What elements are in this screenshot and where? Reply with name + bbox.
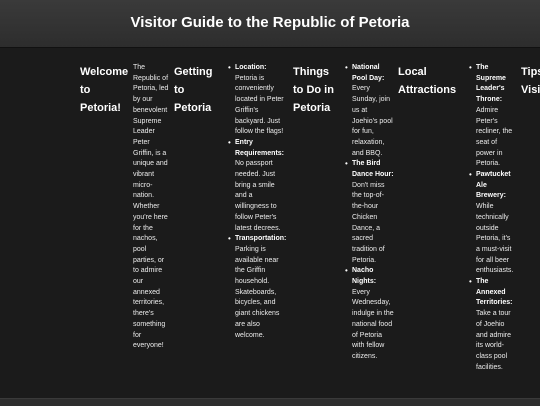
item-text: Admire Peter's recliner, the seat of pow…: [476, 106, 513, 168]
local-heading: Local Attractions: [398, 66, 457, 96]
item-label: Entry Requirements:: [235, 138, 285, 157]
things-heading: Things to Do in Petoria: [293, 66, 334, 114]
welcome-text: The Republic of Petoria, led by our bene…: [133, 64, 169, 350]
item-label: Location:: [235, 64, 267, 71]
item-text: Every Wednesday, indulge in the national…: [352, 288, 394, 360]
list-item: National Pool Day: Every Sunday, join us…: [345, 63, 394, 159]
item-text: Parking is available near the Griffin ho…: [235, 245, 280, 339]
list-item: Pawtucket Ale Brewery: While technically…: [469, 170, 516, 277]
getting-list: Location: Petoria is conveniently locate…: [228, 63, 287, 341]
list-item: Location: Petoria is conveniently locate…: [228, 63, 287, 138]
things-list: National Pool Day: Every Sunday, join us…: [345, 63, 394, 363]
list-item: The Bird Dance Hour: Don't miss the top-…: [345, 159, 394, 266]
tips-heading-clip: Tips for Visitors: [521, 63, 540, 103]
item-text: Petoria is conveniently located in Peter…: [235, 74, 284, 136]
list-item: Transportation: Parking is available nea…: [228, 234, 287, 341]
item-label: Nacho Nights:: [352, 267, 377, 286]
local-list: The Supreme Leader's Throne: Admire Pete…: [469, 63, 516, 373]
list-item: Entry Requirements: No passport needed. …: [228, 138, 287, 234]
welcome-heading: Welcome to Petoria!: [80, 66, 129, 114]
item-text: While technically outside Petoria, it's …: [476, 203, 514, 275]
tips-heading: Tips for Visitors: [521, 66, 540, 96]
item-label: The Bird Dance Hour:: [352, 160, 394, 179]
item-label: National Pool Day:: [352, 64, 385, 82]
item-label: The Annexed Territories:: [476, 278, 513, 307]
page-title: Visitor Guide to the Republic of Petoria: [130, 14, 410, 31]
item-label: The Supreme Leader's Throne:: [476, 64, 506, 104]
list-item: The Annexed Territories: Take a tour of …: [469, 277, 516, 373]
list-item: Nacho Nights: Every Wednesday, indulge i…: [345, 266, 394, 362]
item-text: Don't miss the top-of-the-hour Chicken D…: [352, 181, 385, 264]
item-text: Every Sunday, join us at Joehio's pool f…: [352, 85, 393, 157]
list-item: The Supreme Leader's Throne: Admire Pete…: [469, 63, 516, 170]
guide-content: Welcome to Petoria! The Republic of Peto…: [0, 63, 540, 398]
getting-heading: Getting to Petoria: [174, 66, 213, 114]
page-header: Visitor Guide to the Republic of Petoria: [0, 0, 540, 48]
item-label: Pawtucket Ale Brewery:: [476, 171, 511, 200]
item-text: No passport needed. Just bring a smile a…: [235, 160, 281, 232]
item-label: Transportation:: [235, 235, 287, 243]
item-text: Take a tour of Joehio and admire its wor…: [476, 310, 512, 371]
